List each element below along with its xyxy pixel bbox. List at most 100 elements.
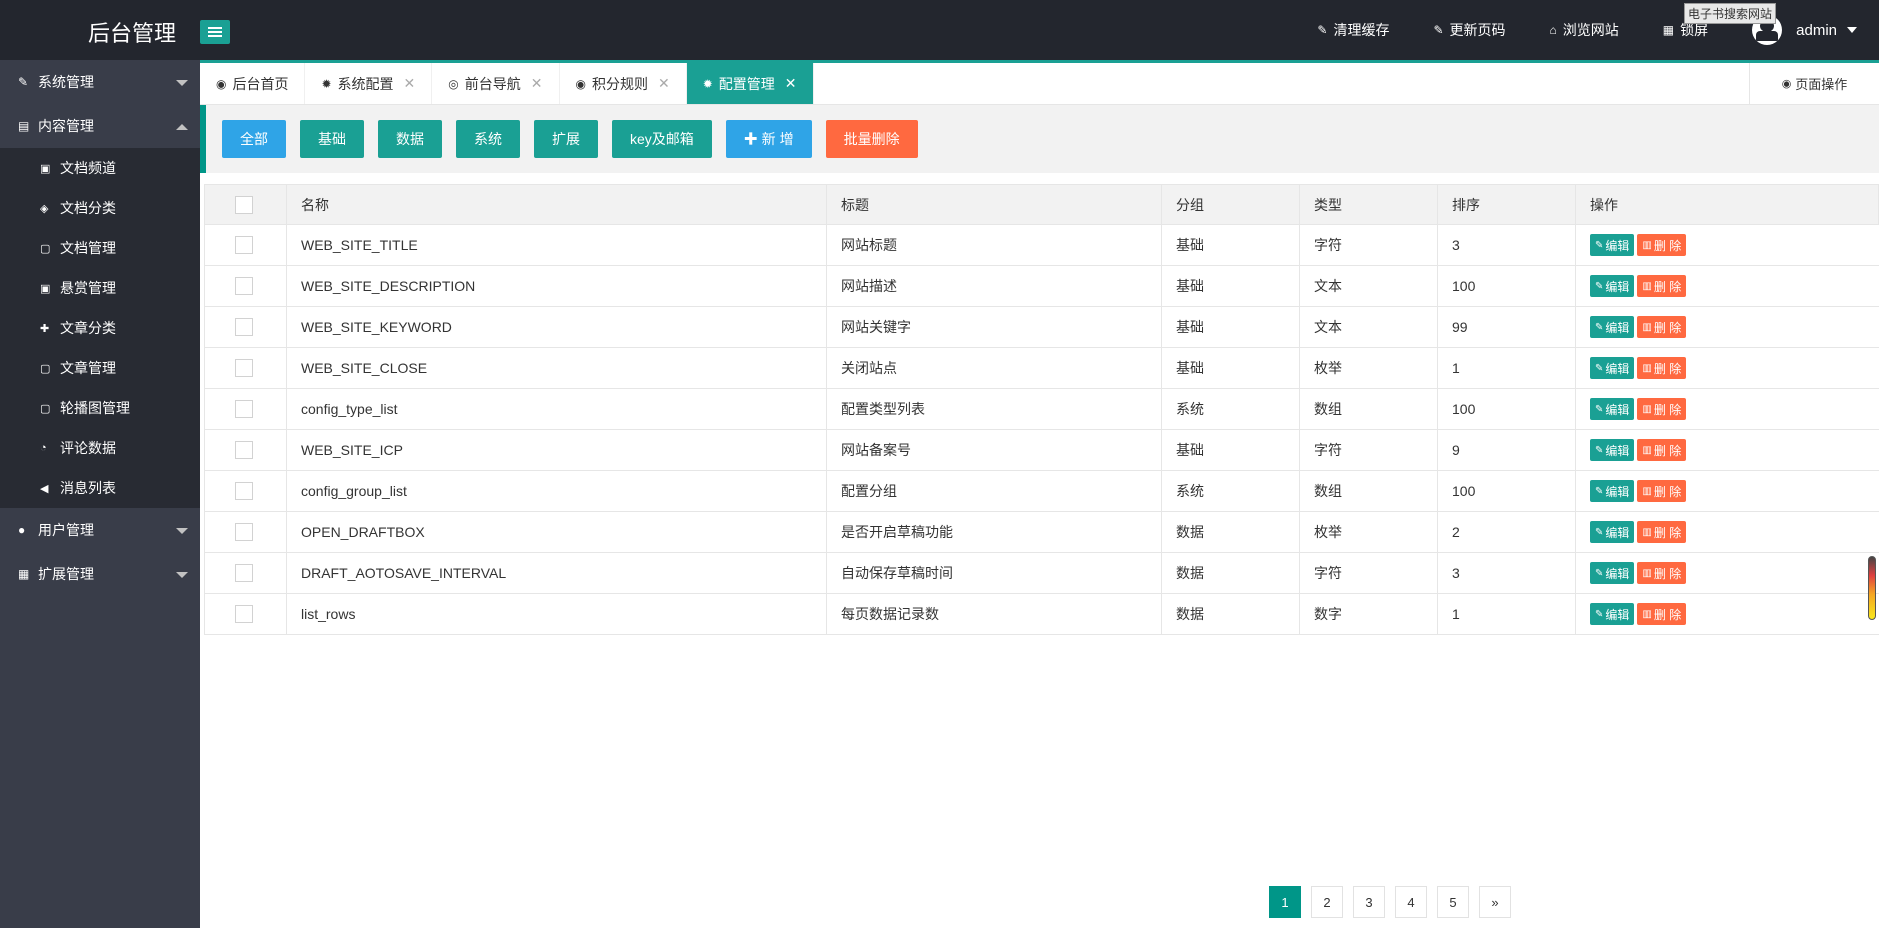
config-table: 名称 标题 分组 类型 排序 操作 WEB_SITE_TITLE 网站标题 基础 字符 3 ✎ 编辑 ▥… bbox=[204, 184, 1879, 635]
menu-toggle-button[interactable] bbox=[200, 20, 230, 44]
page-button-5[interactable]: 5 bbox=[1437, 886, 1469, 918]
sidebar-group-user[interactable]: ● 用户管理 bbox=[0, 508, 200, 552]
filter-button-2[interactable]: 基础 bbox=[300, 120, 364, 158]
sidebar-item-article[interactable]: ▢ 文章管理 bbox=[0, 348, 200, 388]
edit-button[interactable]: ✎ 编辑 bbox=[1590, 275, 1635, 297]
tab-4[interactable]: ◉ 积分规则 ✕ bbox=[560, 63, 687, 104]
edit-button[interactable]: ✎ 编辑 bbox=[1590, 439, 1635, 461]
edit-button[interactable]: ✎ 编辑 bbox=[1590, 398, 1635, 420]
row-checkbox[interactable] bbox=[235, 277, 253, 296]
edit-button[interactable]: ✎ 编辑 bbox=[1590, 316, 1635, 338]
row-checkbox[interactable] bbox=[235, 564, 253, 583]
delete-button[interactable]: ▥ 删 除 bbox=[1637, 562, 1687, 584]
header-link-eraser[interactable]: ✎ 清理缓存 bbox=[1317, 20, 1389, 40]
delete-button[interactable]: ▥ 删 除 bbox=[1637, 521, 1687, 543]
sidebar-group-extend[interactable]: ▦ 扩展管理 bbox=[0, 552, 200, 596]
delete-button[interactable]: ▥ 删 除 bbox=[1637, 439, 1687, 461]
tab-5[interactable]: ✹ 配置管理 ✕ bbox=[686, 63, 814, 104]
edit-button[interactable]: ✎ 编辑 bbox=[1590, 357, 1635, 379]
row-checkbox[interactable] bbox=[235, 441, 253, 460]
page-button-3[interactable]: 3 bbox=[1353, 886, 1385, 918]
row-checkbox[interactable] bbox=[235, 236, 253, 255]
sidebar-item-puzzle[interactable]: ✚ 文章分类 bbox=[0, 308, 200, 348]
filter-button-4[interactable]: 系统 bbox=[456, 120, 520, 158]
edit-button[interactable]: ✎ 编辑 bbox=[1590, 603, 1635, 625]
sidebar-item-channel[interactable]: ▣ 文档频道 bbox=[0, 148, 200, 188]
tab-1[interactable]: ◉ 后台首页 bbox=[200, 63, 306, 104]
sidebar-item-banner[interactable]: ▢ 轮播图管理 bbox=[0, 388, 200, 428]
edit-button[interactable]: ✎ 编辑 bbox=[1590, 562, 1635, 584]
cell-group: 基础 bbox=[1161, 429, 1300, 471]
delete-label: 删 除 bbox=[1653, 443, 1682, 458]
page-button-1[interactable]: 1 bbox=[1269, 886, 1301, 918]
comment-icon: ◔ bbox=[40, 442, 47, 454]
filter-button-1[interactable]: 全部 bbox=[222, 120, 286, 158]
cell-type: 数组 bbox=[1299, 470, 1438, 512]
gear-icon: ✹ bbox=[321, 76, 332, 91]
table-row: DRAFT_AOTOSAVE_INTERVAL 自动保存草稿时间 数据 字符 3 ✎ 编辑 ▥… bbox=[204, 552, 1879, 594]
header-link-home[interactable]: ⌂ 浏览网站 bbox=[1550, 20, 1619, 40]
sidebar-item-label: 文档分类 bbox=[60, 200, 116, 216]
filter-button-3[interactable]: 数据 bbox=[378, 120, 442, 158]
header-link-refresh[interactable]: ✎ 更新页码 bbox=[1433, 20, 1505, 40]
lifebuoy-icon: ◎ bbox=[448, 76, 459, 91]
filter-button-6[interactable]: key及邮箱 bbox=[612, 120, 712, 158]
row-checkbox[interactable] bbox=[235, 605, 253, 624]
delete-button[interactable]: ▥ 删 除 bbox=[1637, 357, 1687, 379]
tab-3[interactable]: ◎ 前台导航 ✕ bbox=[432, 63, 560, 104]
chevron-down-icon bbox=[176, 528, 188, 534]
sidebar-group-wrench[interactable]: ✎ 系统管理 bbox=[0, 60, 200, 104]
cell-group: 基础 bbox=[1161, 224, 1300, 266]
cogs-icon: ✹ bbox=[702, 76, 713, 91]
table-row: WEB_SITE_DESCRIPTION 网站描述 基础 文本 100 ✎ 编辑 ▥ 删 除 bbox=[204, 265, 1879, 307]
sidebar-item-doc[interactable]: ▢ 文档管理 bbox=[0, 228, 200, 268]
select-all-checkbox[interactable] bbox=[235, 195, 253, 214]
app-logo: 后台管理 bbox=[88, 21, 177, 46]
filter-button-5[interactable]: 扩展 bbox=[534, 120, 598, 158]
edit-button[interactable]: ✎ 编辑 bbox=[1590, 234, 1635, 256]
cell-type: 文本 bbox=[1299, 306, 1438, 348]
banner-icon: ▢ bbox=[40, 402, 51, 415]
close-icon[interactable]: ✕ bbox=[785, 75, 797, 92]
trash-icon: ▥ bbox=[1642, 239, 1652, 251]
next-page-button[interactable]: » bbox=[1479, 886, 1511, 918]
hamburger-icon bbox=[208, 27, 222, 37]
row-checkbox[interactable] bbox=[235, 359, 253, 378]
row-checkbox[interactable] bbox=[235, 523, 253, 542]
cell-type: 数组 bbox=[1299, 388, 1438, 430]
sidebar-group-content[interactable]: ▤ 内容管理 bbox=[0, 104, 200, 148]
delete-button[interactable]: ▥ 删 除 bbox=[1637, 480, 1687, 502]
delete-button[interactable]: ▥ 删 除 bbox=[1637, 316, 1687, 338]
filter-button-8[interactable]: 批量删除 bbox=[825, 120, 918, 158]
tab-2[interactable]: ✹ 系统配置 ✕ bbox=[305, 63, 433, 104]
page-button-4[interactable]: 4 bbox=[1395, 886, 1427, 918]
row-checkbox[interactable] bbox=[235, 482, 253, 501]
page-button-2[interactable]: 2 bbox=[1311, 886, 1343, 918]
page-operations-button[interactable]: ◉ 页面操作 bbox=[1749, 63, 1879, 104]
sidebar-item-comment[interactable]: ◔ 评论数据 bbox=[0, 428, 200, 468]
radio-icon: ◉ bbox=[575, 76, 586, 91]
edit-button[interactable]: ✎ 编辑 bbox=[1590, 521, 1635, 543]
cell-group: 系统 bbox=[1161, 470, 1300, 512]
delete-button[interactable]: ▥ 删 除 bbox=[1637, 603, 1687, 625]
close-icon[interactable]: ✕ bbox=[658, 75, 670, 92]
sidebar-item-reward[interactable]: ▣ 悬赏管理 bbox=[0, 268, 200, 308]
table-row: list_rows 每页数据记录数 数据 数字 1 ✎ 编辑 ▥ 删 除 bbox=[204, 593, 1879, 635]
cell-actions: ✎ 编辑 ▥ 删 除 bbox=[1575, 388, 1879, 430]
filter-button-7[interactable]: ✚ 新 增 bbox=[725, 120, 812, 158]
sidebar-item-speaker[interactable]: ◀ 消息列表 bbox=[0, 468, 200, 508]
close-icon[interactable]: ✕ bbox=[531, 75, 543, 92]
row-checkbox[interactable] bbox=[235, 318, 253, 337]
delete-button[interactable]: ▥ 删 除 bbox=[1637, 234, 1687, 256]
sidebar-sublist: ▣ 文档频道 ◈ 文档分类 ▢ 文档管理 ▣ 悬赏管理 ✚ 文章分类 ▢ 文章管理 ▢ 轮播图管理 ◔ 评论数… bbox=[0, 148, 200, 508]
cell-type: 枚举 bbox=[1299, 511, 1438, 553]
edit-button[interactable]: ✎ 编辑 bbox=[1590, 480, 1635, 502]
delete-button[interactable]: ▥ 删 除 bbox=[1637, 398, 1687, 420]
scroll-widget[interactable] bbox=[1868, 556, 1876, 620]
row-checkbox[interactable] bbox=[235, 400, 253, 419]
close-icon[interactable]: ✕ bbox=[404, 75, 416, 92]
puzzle-icon: ✚ bbox=[40, 322, 50, 335]
sidebar-item-category[interactable]: ◈ 文档分类 bbox=[0, 188, 200, 228]
delete-button[interactable]: ▥ 删 除 bbox=[1637, 275, 1687, 297]
table-row: WEB_SITE_KEYWORD 网站关键字 基础 文本 99 ✎ 编辑 ▥ 删 除 bbox=[204, 306, 1879, 348]
